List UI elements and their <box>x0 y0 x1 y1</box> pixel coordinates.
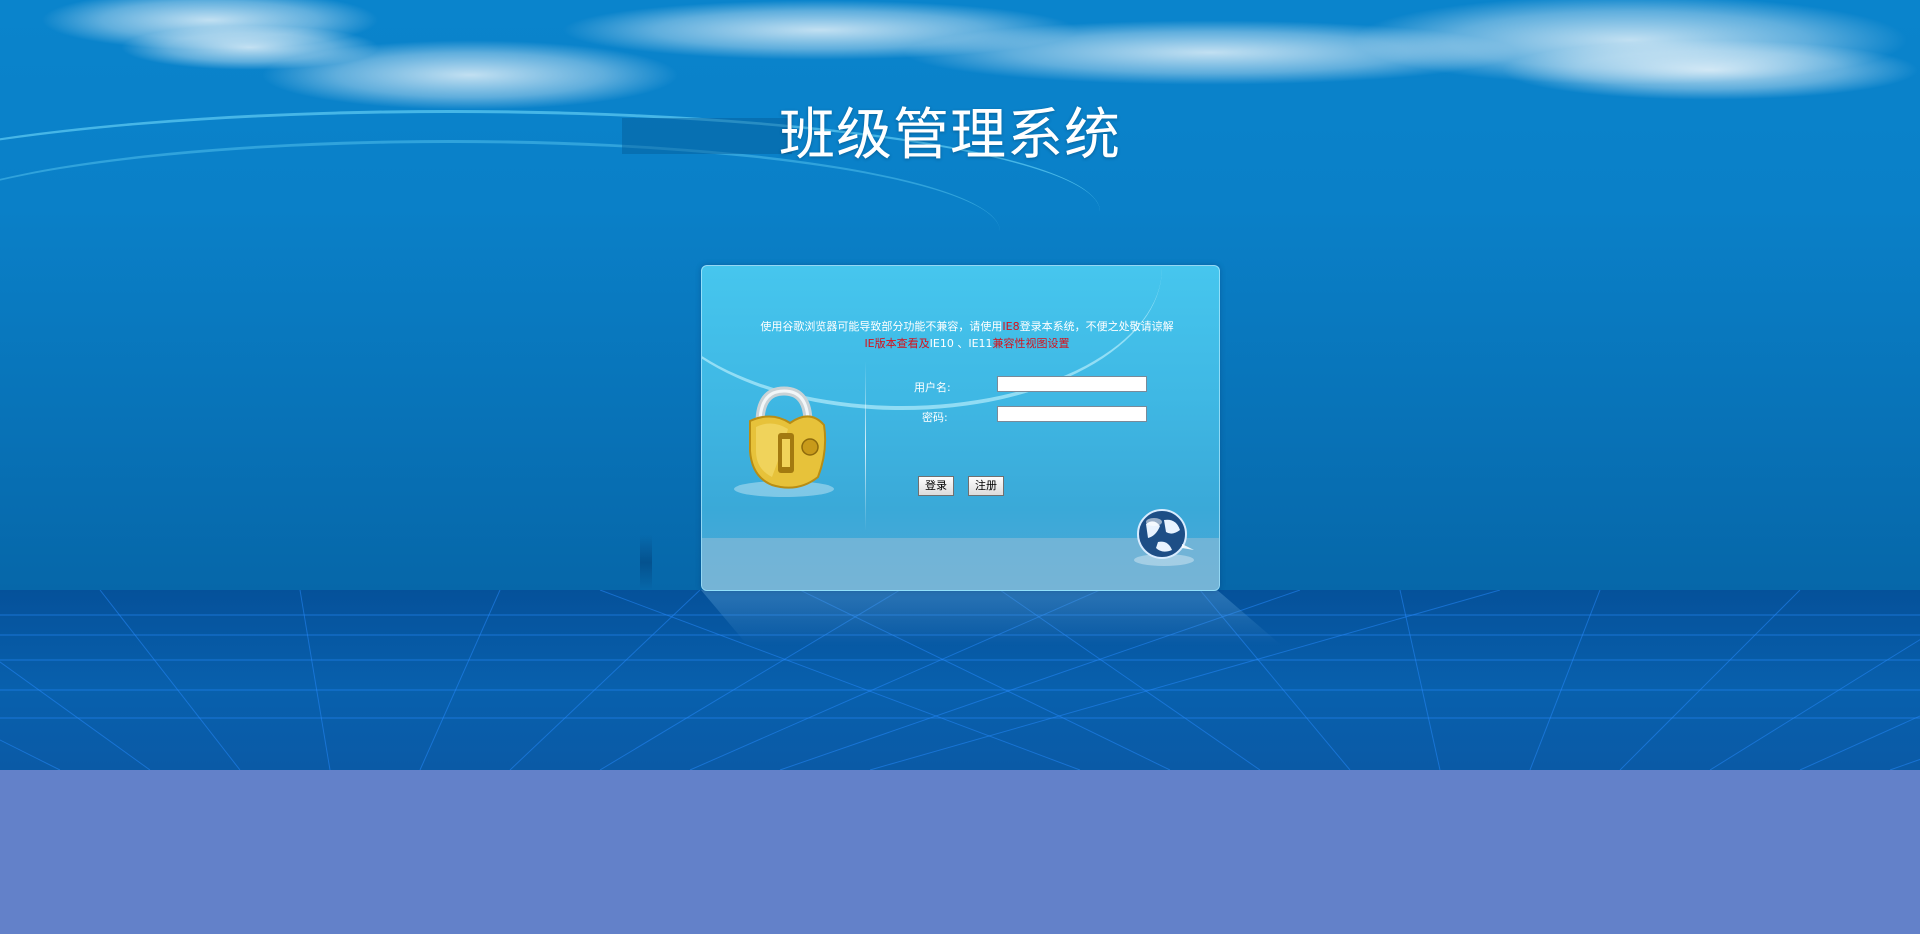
login-page: 班级管理系统 使用谷歌浏览器可能导致部分功能不兼容，请使用IE8登录本系统，不便… <box>0 0 1920 934</box>
login-card: 使用谷歌浏览器可能导致部分功能不兼容，请使用IE8登录本系统，不便之处敬请谅解 … <box>701 265 1220 591</box>
page-title: 班级管理系统 <box>779 103 1121 168</box>
username-label: 用户名: <box>914 381 951 394</box>
notice-separator: 、 <box>953 337 969 350</box>
notice-text: 使用谷歌浏览器可能导致部分功能不兼容，请使用 <box>760 320 1003 333</box>
notice-ie-version-link[interactable]: IE版本查看及 <box>864 337 929 350</box>
password-input[interactable] <box>997 406 1147 422</box>
notice-text: 登录本系统，不便之处敬请谅解 <box>1019 320 1174 333</box>
notice-ie11: IE11 <box>968 337 993 350</box>
card-reflection <box>701 590 1281 645</box>
login-button[interactable]: 登录 <box>918 476 954 496</box>
notice-ie8: IE8 <box>1002 320 1020 333</box>
lock-icon <box>734 386 834 497</box>
notice-ie10: IE10 <box>929 337 954 350</box>
notice-compat-view-link[interactable]: 兼容性视图设置 <box>993 337 1070 350</box>
decorative-mark <box>640 535 652 590</box>
username-input[interactable] <box>997 376 1147 392</box>
password-label: 密码: <box>922 411 948 424</box>
card-divider <box>865 361 866 531</box>
globe-icon <box>1134 509 1194 566</box>
register-button[interactable]: 注册 <box>968 476 1004 496</box>
browser-notice: 使用谷歌浏览器可能导致部分功能不兼容，请使用IE8登录本系统，不便之处敬请谅解 … <box>732 318 1202 352</box>
